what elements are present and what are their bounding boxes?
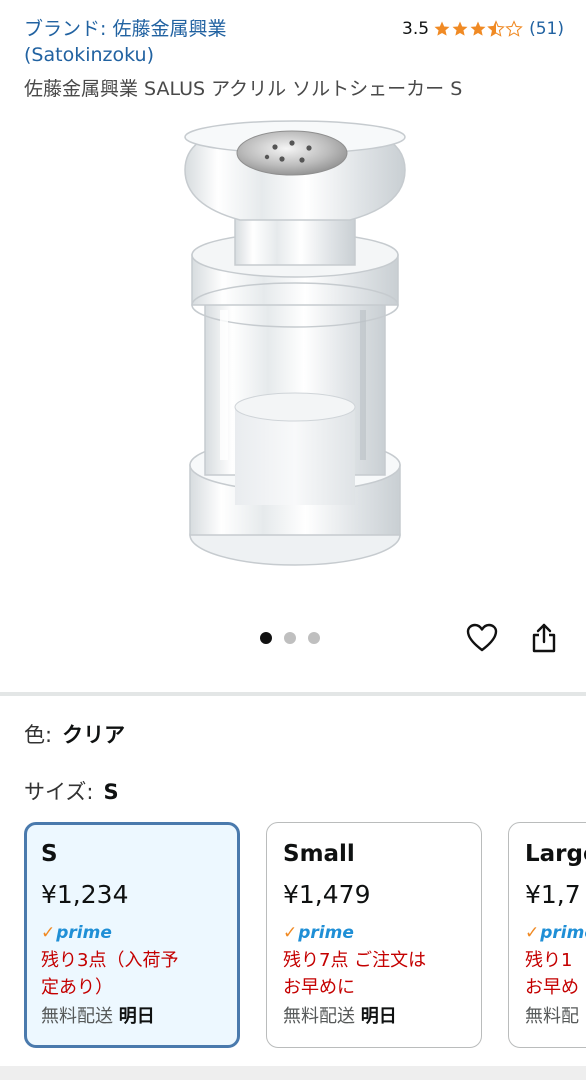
star-empty-icon	[505, 20, 523, 37]
delivery-prefix: 無料配送	[283, 1006, 355, 1027]
product-image[interactable]	[170, 115, 420, 580]
prime-check-icon: ✓	[283, 923, 298, 943]
size-options-carousel[interactable]: S ¥1,234 ✓ prime 残り3点（入荷予 定あり） 無料配送 明日 Sm…	[0, 820, 586, 1055]
size-option-name: Small	[283, 841, 355, 867]
size-option-price: ¥1,479	[283, 880, 371, 909]
size-option-small[interactable]: Small ¥1,479 ✓ prime 残り7点 ご注文は お早めに 無料配送 …	[266, 822, 482, 1048]
wishlist-button[interactable]	[464, 620, 500, 656]
delivery-day: 明日	[360, 1006, 397, 1027]
brand-link[interactable]: ブランド: 佐藤金属興業 (Satokinzoku)	[24, 16, 384, 68]
delivery-day: 明日	[118, 1006, 155, 1027]
prime-badge: ✓prime	[283, 923, 465, 943]
size-option-name: Large	[525, 841, 586, 867]
carousel-dot-1[interactable]	[260, 632, 272, 644]
stock-message: 残り1 お早め	[525, 950, 579, 998]
rating-count[interactable]: (51)	[529, 18, 564, 40]
stock-message: 残り7点 ご注文は お早めに	[283, 950, 427, 998]
prime-badge: ✓prime	[525, 923, 586, 943]
prime-check-icon: ✓	[525, 923, 540, 943]
size-variation: サイズ: S	[24, 778, 119, 806]
brand-line-1[interactable]: ブランド: 佐藤金属興業	[24, 16, 384, 42]
size-option-price: ¥1,7	[525, 880, 581, 909]
star-full-icon	[434, 21, 450, 36]
carousel-dot-3[interactable]	[308, 632, 320, 644]
size-option-price: ¥1,234	[41, 880, 129, 909]
product-title: 佐藤金属興業 SALUS アクリル ソルトシェーカー S	[24, 78, 463, 100]
star-full-icon	[470, 21, 486, 36]
rating-value: 3.5	[402, 19, 430, 39]
share-button[interactable]	[526, 620, 562, 656]
size-option-name: S	[41, 841, 58, 867]
prime-badge: ✓prime	[41, 923, 223, 943]
star-rating	[433, 20, 523, 38]
stock-message: 残り3点（入荷予 定あり）	[41, 950, 179, 998]
prime-check-icon: ✓	[41, 923, 56, 943]
share-icon	[532, 623, 556, 653]
brand-line-2[interactable]: (Satokinzoku)	[24, 42, 384, 68]
bottom-bar-edge	[0, 1066, 586, 1080]
prime-label: prime	[540, 923, 586, 943]
prime-label: prime	[56, 923, 112, 943]
carousel-dot-2[interactable]	[284, 632, 296, 644]
rating-summary[interactable]: 3.5 (51)	[402, 18, 564, 40]
prime-label: prime	[298, 923, 354, 943]
delivery-info: 無料配	[525, 1005, 586, 1029]
color-variation: 色: クリア	[24, 721, 125, 749]
heart-icon	[466, 623, 498, 652]
image-carousel-dots[interactable]	[260, 632, 320, 644]
color-label: 色:	[24, 723, 53, 747]
size-value: S	[103, 780, 119, 804]
size-option-large[interactable]: Large ¥1,7 ✓prime 残り1 お早め 無料配	[508, 822, 586, 1048]
delivery-info: 無料配送 明日	[41, 1005, 223, 1029]
delivery-prefix: 無料配	[525, 1006, 579, 1027]
size-option-s[interactable]: S ¥1,234 ✓ prime 残り3点（入荷予 定あり） 無料配送 明日	[24, 822, 240, 1048]
star-half-icon	[487, 20, 505, 37]
delivery-prefix: 無料配送	[41, 1006, 113, 1027]
star-full-icon	[452, 21, 468, 36]
size-label: サイズ:	[24, 780, 94, 804]
section-divider	[0, 692, 586, 696]
color-value: クリア	[62, 723, 126, 747]
delivery-info: 無料配送 明日	[283, 1005, 465, 1029]
